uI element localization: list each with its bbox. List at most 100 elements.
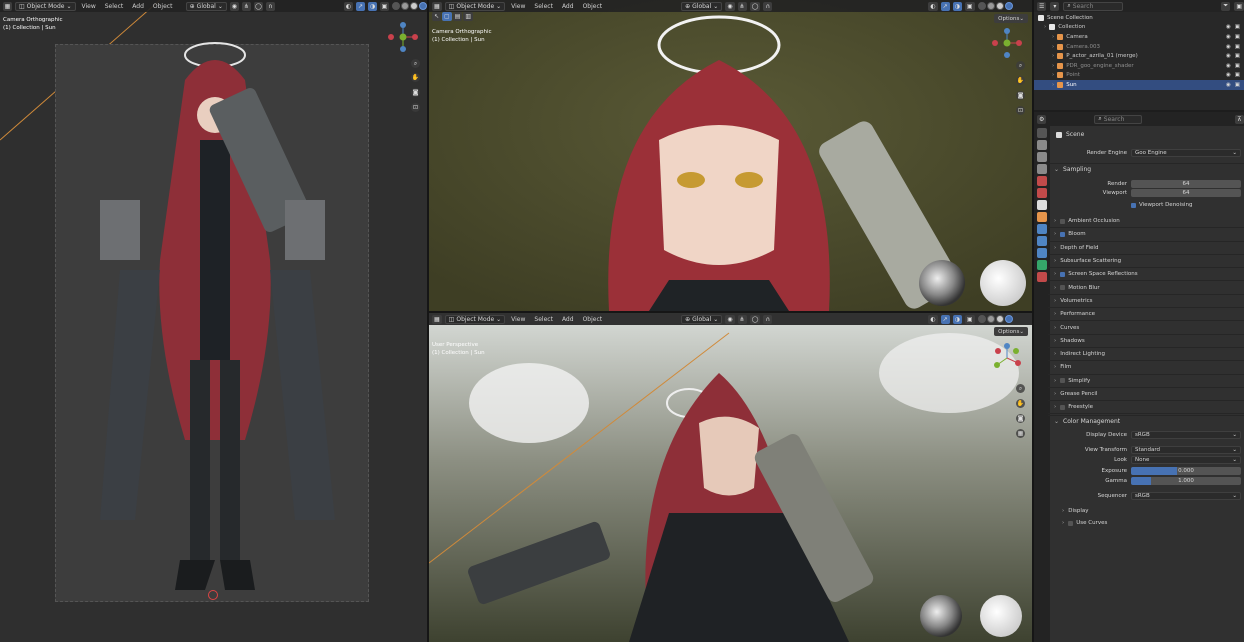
proportional-icon[interactable]: ◯: [253, 1, 263, 11]
xray-icon[interactable]: ▣: [964, 314, 975, 324]
render-engine-select[interactable]: Goo Engine ⌄: [1131, 149, 1241, 157]
sequencer-select[interactable]: sRGB ⌄: [1131, 492, 1241, 500]
menu-object[interactable]: Object: [580, 316, 606, 323]
render-panel-header[interactable]: › Grease Pencil: [1048, 388, 1244, 402]
render-samples-field[interactable]: 64: [1131, 180, 1241, 188]
checkbox-icon[interactable]: [1060, 378, 1066, 384]
render-panel-header[interactable]: › Screen Space Reflections: [1048, 268, 1244, 282]
render-camera-icon[interactable]: ▣: [1235, 72, 1240, 78]
render-panel-header[interactable]: › Performance: [1048, 308, 1244, 322]
mode-select[interactable]: ◫ Object Mode ⌄: [444, 314, 506, 324]
render-panel-header[interactable]: › Curves: [1048, 321, 1244, 335]
rendered-shading-icon[interactable]: [419, 2, 427, 10]
options-button[interactable]: Options ⌄: [994, 14, 1028, 23]
eye-icon[interactable]: ◉: [1226, 24, 1231, 30]
render-camera-icon[interactable]: ▣: [1235, 82, 1240, 88]
checkbox-icon[interactable]: [1060, 404, 1066, 410]
select-extend-icon[interactable]: ▤: [452, 12, 463, 21]
collection-tab-icon[interactable]: [1037, 200, 1047, 210]
render-panel-header[interactable]: › Bloom: [1048, 228, 1244, 242]
wireframe-shading-icon[interactable]: [392, 2, 400, 10]
chevron-right-icon[interactable]: ›: [1052, 72, 1054, 78]
eye-icon[interactable]: ◉: [1226, 44, 1231, 50]
tool-select-icon[interactable]: ↖: [432, 12, 442, 21]
output-tab-icon[interactable]: [1037, 152, 1047, 162]
solid-shading-icon[interactable]: [986, 315, 995, 323]
render-camera-icon[interactable]: ▣: [1235, 44, 1240, 50]
outliner-root[interactable]: Scene Collection: [1034, 13, 1244, 23]
mode-select[interactable]: ◫ Object Mode ⌄: [444, 1, 506, 11]
render-panel-header[interactable]: › Ambient Occlusion: [1048, 215, 1244, 229]
editor-type-icon[interactable]: ☰: [1037, 1, 1047, 11]
outliner-item[interactable]: › Point ◉ ▣: [1034, 71, 1244, 81]
render-panel-header[interactable]: › Freestyle: [1048, 401, 1244, 415]
select-box-icon[interactable]: ▢: [442, 12, 452, 21]
menu-add[interactable]: Add: [559, 3, 577, 10]
visibility-icon[interactable]: ◐: [344, 1, 353, 11]
zoom-icon[interactable]: ⌕: [1016, 384, 1025, 393]
gizmo-toggle-icon[interactable]: ↗: [940, 1, 950, 11]
xray-icon[interactable]: ▣: [380, 1, 389, 11]
viewport-top-right[interactable]: ▦ ◫ Object Mode ⌄ View Select Add Object ⊕…: [429, 0, 1032, 311]
falloff-icon[interactable]: ∩: [265, 1, 275, 11]
perspective-toggle-icon[interactable]: ▦: [1016, 429, 1025, 438]
render-panel-header[interactable]: › Shadows: [1048, 335, 1244, 348]
render-camera-icon[interactable]: ▣: [1235, 63, 1240, 69]
chevron-right-icon[interactable]: ›: [1052, 44, 1054, 50]
lock-icon[interactable]: ⊡: [411, 103, 420, 112]
proportional-icon[interactable]: ◯: [749, 1, 761, 11]
checkbox-icon[interactable]: [1060, 218, 1066, 224]
menu-object[interactable]: Object: [150, 3, 176, 10]
material-shading-icon[interactable]: [410, 2, 418, 10]
eye-icon[interactable]: ◉: [1226, 63, 1231, 69]
pan-hand-icon[interactable]: ✋: [411, 73, 420, 82]
snap-icon[interactable]: ⋔: [241, 1, 251, 11]
render-panel-header[interactable]: › Simplify: [1048, 375, 1244, 388]
pivot-icon[interactable]: ◉: [725, 314, 735, 324]
outliner-item[interactable]: › Collection ◉ ▣: [1034, 23, 1244, 33]
outliner-item[interactable]: › PDR_goo_engine_shader ◉ ▣: [1034, 61, 1244, 71]
checkbox-checked-icon[interactable]: [1060, 231, 1066, 237]
editor-type-icon[interactable]: ▦: [3, 1, 12, 11]
pivot-icon[interactable]: ◉: [725, 1, 735, 11]
use-curves-subpanel[interactable]: › Use Curves: [1062, 520, 1107, 526]
falloff-icon[interactable]: ∩: [763, 314, 773, 324]
solid-shading-icon[interactable]: [401, 2, 409, 10]
zoom-icon[interactable]: ⌕: [1016, 61, 1025, 70]
overlay-toggle-icon[interactable]: ◑: [952, 1, 962, 11]
axis-gizmo[interactable]: [388, 22, 418, 52]
select-subtract-icon[interactable]: ▥: [463, 12, 474, 21]
rendered-shading-icon[interactable]: [1004, 315, 1013, 323]
view-transform-select[interactable]: Standard ⌄: [1131, 446, 1241, 454]
checkbox-icon[interactable]: [1060, 285, 1066, 291]
menu-add[interactable]: Add: [129, 3, 147, 10]
new-collection-icon[interactable]: ▣: [1234, 1, 1244, 11]
wireframe-shading-icon[interactable]: [977, 2, 986, 10]
render-camera-icon[interactable]: ▣: [1235, 53, 1240, 59]
scene-tab-icon[interactable]: [1037, 176, 1047, 186]
editor-type-icon[interactable]: ⚙: [1037, 114, 1047, 124]
camera-view-icon[interactable]: ◙: [1016, 414, 1025, 423]
viewport-bottom-right[interactable]: ▦ ◫ Object Mode ⌄ View Select Add Object ⊕…: [429, 313, 1032, 642]
overlay-toggle-icon[interactable]: ◑: [368, 1, 377, 11]
constraints-tab-icon[interactable]: [1037, 248, 1047, 258]
chevron-right-icon[interactable]: ›: [1052, 34, 1054, 40]
editor-type-icon[interactable]: ▦: [432, 1, 442, 11]
menu-add[interactable]: Add: [559, 316, 577, 323]
editor-type-icon[interactable]: ▦: [432, 314, 442, 324]
menu-view[interactable]: View: [79, 3, 99, 10]
overlay-toggle-icon[interactable]: ◑: [952, 314, 962, 324]
render-panel-header[interactable]: › Film: [1048, 361, 1244, 375]
menu-select[interactable]: Select: [531, 3, 556, 10]
tool-tab-icon[interactable]: [1037, 128, 1047, 138]
render-panel-header[interactable]: › Depth of Field: [1048, 242, 1244, 255]
pan-hand-icon[interactable]: ✋: [1016, 399, 1025, 408]
camera-view-icon[interactable]: ◙: [411, 88, 420, 97]
pan-hand-icon[interactable]: ✋: [1016, 76, 1025, 85]
material-shading-icon[interactable]: [995, 2, 1004, 10]
pin-icon[interactable]: ⊼: [1235, 114, 1244, 124]
axis-gizmo[interactable]: [992, 28, 1022, 58]
world-tab-icon[interactable]: [1037, 188, 1047, 198]
lock-icon[interactable]: ⊡: [1016, 106, 1025, 115]
falloff-icon[interactable]: ∩: [763, 1, 773, 11]
